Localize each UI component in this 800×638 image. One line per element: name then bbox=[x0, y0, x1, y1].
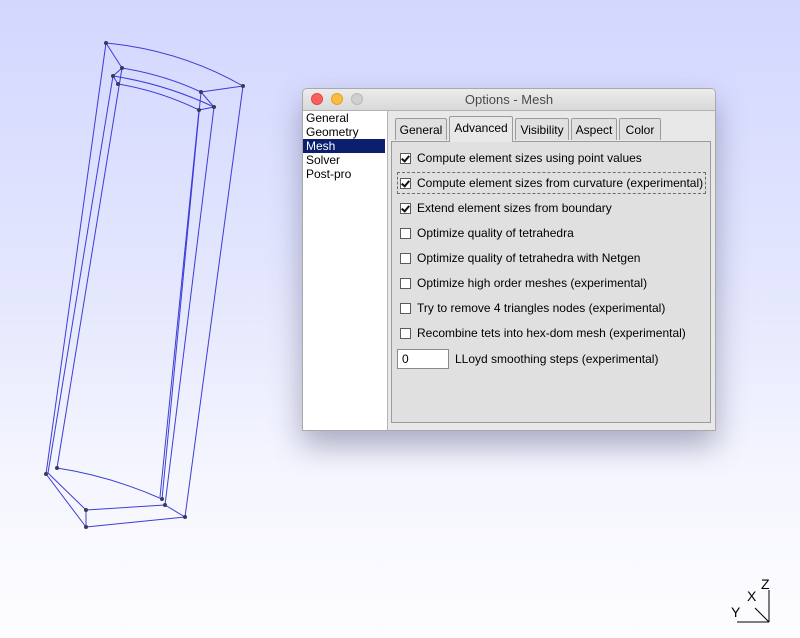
option-optimize-tetrahedra[interactable]: Optimize quality of tetrahedra bbox=[400, 225, 574, 241]
wire-edge bbox=[117, 83, 200, 111]
lloyd-steps-input[interactable] bbox=[397, 349, 449, 369]
window-title: Options - Mesh bbox=[464, 92, 554, 107]
axis-x-label: X bbox=[747, 588, 757, 604]
wire-edge bbox=[47, 75, 114, 474]
wire-edge bbox=[200, 91, 215, 108]
wire-edge bbox=[56, 467, 163, 500]
wire-edge bbox=[198, 106, 215, 111]
tab-color[interactable]: Color bbox=[619, 118, 661, 140]
wire-edge bbox=[105, 42, 123, 69]
category-list: General Geometry Mesh Solver Post-pro bbox=[303, 111, 388, 430]
category-item-general[interactable]: General bbox=[303, 111, 387, 125]
checkbox[interactable] bbox=[400, 327, 411, 339]
mesh-vertex bbox=[116, 82, 120, 86]
option-label: Optimize quality of tetrahedra bbox=[417, 226, 574, 240]
mesh-vertex bbox=[111, 74, 115, 78]
option-label: Compute element sizes using point values bbox=[417, 151, 642, 165]
mesh-vertex bbox=[183, 515, 187, 519]
option-point-values[interactable]: Compute element sizes using point values bbox=[400, 150, 642, 166]
wire-edge bbox=[56, 67, 123, 469]
tab-advanced[interactable]: Advanced bbox=[449, 116, 513, 142]
checkbox[interactable] bbox=[400, 302, 411, 314]
mesh-vertex bbox=[84, 525, 88, 529]
wire-edge bbox=[85, 504, 166, 511]
option-remove-triangle-nodes[interactable]: Try to remove 4 triangles nodes (experim… bbox=[400, 300, 665, 316]
category-item-post-pro[interactable]: Post-pro bbox=[303, 167, 387, 181]
axes-indicator: Z X Y bbox=[725, 576, 775, 626]
tab-visibility[interactable]: Visibility bbox=[515, 118, 569, 140]
window-titlebar[interactable]: Options - Mesh bbox=[303, 89, 715, 111]
category-item-mesh[interactable]: Mesh bbox=[303, 139, 385, 153]
checkbox[interactable] bbox=[400, 277, 411, 289]
wire-edge bbox=[164, 504, 186, 518]
mesh-vertex bbox=[197, 108, 201, 112]
checkbox[interactable] bbox=[400, 152, 411, 164]
option-optimize-netgen[interactable]: Optimize quality of tetrahedra with Netg… bbox=[400, 250, 640, 266]
option-label: Recombine tets into hex-dom mesh (experi… bbox=[417, 326, 686, 340]
mesh-vertex bbox=[84, 508, 88, 512]
tab-general[interactable]: General bbox=[395, 118, 447, 140]
checkbox[interactable] bbox=[400, 227, 411, 239]
mesh-vertex bbox=[241, 84, 245, 88]
mesh-vertex bbox=[120, 66, 124, 70]
wire-edge bbox=[47, 472, 87, 511]
wire-edge bbox=[45, 473, 87, 528]
category-item-geometry[interactable]: Geometry bbox=[303, 125, 387, 139]
wire-edge bbox=[85, 516, 186, 528]
checkbox[interactable] bbox=[400, 202, 411, 214]
mesh-vertex bbox=[104, 41, 108, 45]
checkbox[interactable] bbox=[400, 252, 411, 264]
wire-edge bbox=[159, 109, 200, 498]
wire-edge bbox=[164, 106, 215, 506]
option-extend-boundary[interactable]: Extend element sizes from boundary bbox=[400, 200, 612, 216]
wire-edge bbox=[200, 85, 244, 93]
option-curvature[interactable]: Compute element sizes from curvature (ex… bbox=[396, 172, 707, 194]
option-label: Optimize quality of tetrahedra with Netg… bbox=[417, 251, 641, 265]
option-label: Try to remove 4 triangles nodes (experim… bbox=[417, 301, 666, 315]
mesh-vertex bbox=[199, 90, 203, 94]
advanced-panel: Compute element sizes using point values… bbox=[391, 141, 711, 423]
wire-edge bbox=[45, 42, 107, 475]
option-label: Compute element sizes from curvature (ex… bbox=[417, 176, 704, 190]
wire-edge bbox=[105, 42, 244, 87]
mesh-vertex bbox=[160, 497, 164, 501]
lloyd-steps-label: LLoyd smoothing steps (experimental) bbox=[455, 352, 659, 366]
mesh-vertex bbox=[55, 466, 59, 470]
option-recombine-tets[interactable]: Recombine tets into hex-dom mesh (experi… bbox=[400, 325, 686, 341]
checkbox[interactable] bbox=[400, 177, 411, 189]
mesh-vertex bbox=[44, 472, 48, 476]
axis-y-label: Y bbox=[731, 604, 741, 620]
wire-edge bbox=[184, 85, 244, 518]
option-high-order[interactable]: Optimize high order meshes (experimental… bbox=[400, 275, 647, 291]
axis-z-label: Z bbox=[761, 576, 770, 592]
lloyd-row: LLoyd smoothing steps (experimental) bbox=[397, 347, 658, 371]
tab-aspect[interactable]: Aspect bbox=[571, 118, 617, 140]
mesh-vertex bbox=[212, 105, 216, 109]
option-label: Optimize high order meshes (experimental… bbox=[417, 276, 648, 290]
category-item-solver[interactable]: Solver bbox=[303, 153, 387, 167]
option-label: Extend element sizes from boundary bbox=[417, 201, 612, 215]
options-window: Options - Mesh General Geometry Mesh Sol… bbox=[302, 88, 716, 431]
mesh-vertex bbox=[163, 503, 167, 507]
